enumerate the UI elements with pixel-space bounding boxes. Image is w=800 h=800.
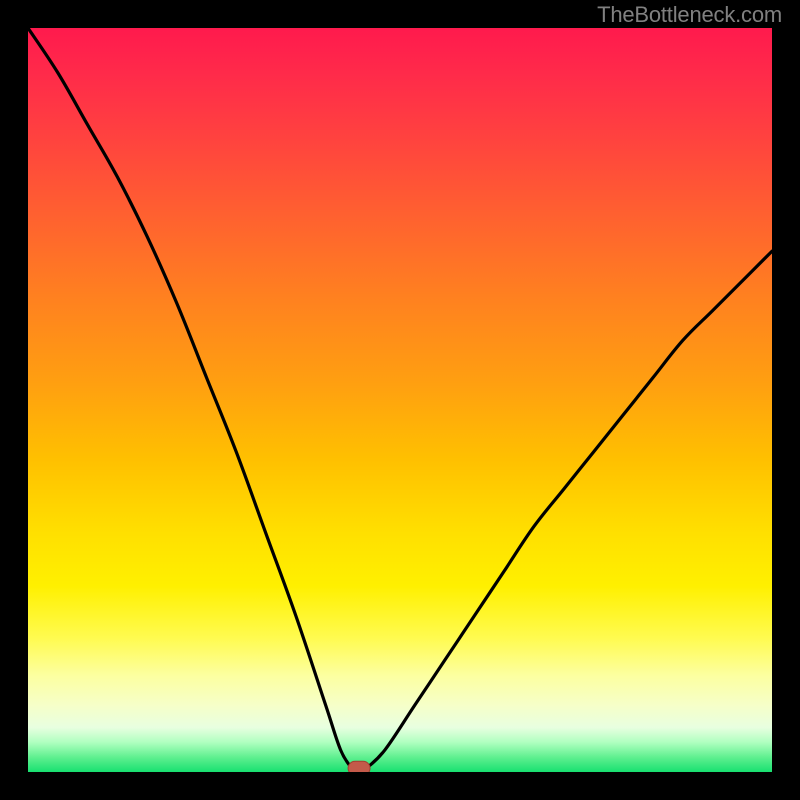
chart-frame: TheBottleneck.com	[0, 0, 800, 800]
plot-area	[28, 28, 772, 772]
optimum-marker-shape	[348, 761, 370, 772]
curve-left-branch	[28, 28, 352, 768]
chart-svg	[28, 28, 772, 772]
curve-group	[28, 28, 772, 768]
optimum-marker	[348, 761, 370, 772]
curve-right-branch	[367, 251, 772, 768]
attribution-label: TheBottleneck.com	[597, 2, 782, 28]
